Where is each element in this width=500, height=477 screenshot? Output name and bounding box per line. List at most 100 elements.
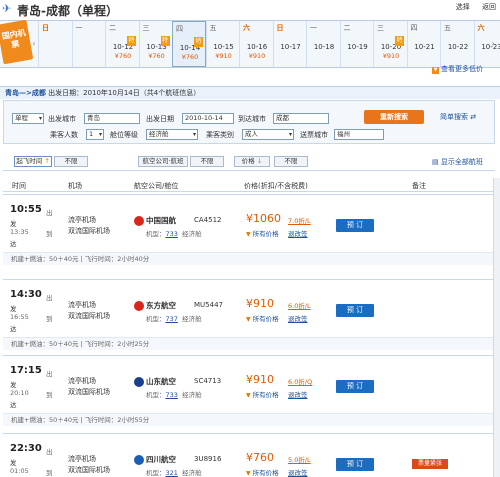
model-link[interactable]: 321 xyxy=(166,469,178,477)
flight-number: 3U8916 xyxy=(194,455,222,463)
status-badge: 票量紧张 xyxy=(412,459,448,469)
passengers-select[interactable]: 1 xyxy=(86,129,104,140)
date-cell[interactable]: 五 10-22 xyxy=(440,21,474,67)
delivery-label: 送票城市 xyxy=(300,131,328,139)
scrollbar[interactable] xyxy=(493,178,500,477)
date-text: 10-17 xyxy=(280,43,301,51)
arrival-time: 13:35 xyxy=(10,228,29,236)
to-city-input[interactable]: 成都 xyxy=(273,113,329,124)
all-prices-link[interactable]: 所有价格 xyxy=(246,228,279,238)
passenger-type-label: 乘客类别 xyxy=(206,131,234,139)
weekday: 三 xyxy=(377,24,384,32)
next-week-icon[interactable]: › xyxy=(486,21,500,67)
all-prices-link[interactable]: 所有价格 xyxy=(246,389,279,399)
airplane-icon: ✈ xyxy=(2,2,12,15)
refund-link[interactable]: 退改签 xyxy=(288,313,308,323)
show-all-flights-link[interactable]: ▤ 显示全部航班 xyxy=(432,157,483,167)
model-link[interactable]: 733 xyxy=(166,230,178,238)
to-label: 到达城市 xyxy=(238,115,266,123)
arrival-airport: 双流国际机场 xyxy=(68,388,110,396)
date-cell[interactable]: 五 10-15 ¥910 xyxy=(205,21,240,67)
sort-price-button[interactable]: 价格 ↓ xyxy=(234,156,270,167)
sort-airline-button[interactable]: 航空公司·航班 xyxy=(138,156,188,167)
airline-name: 东方航空 xyxy=(146,301,176,310)
weekday: 一 xyxy=(310,24,317,32)
special-tag: 特 xyxy=(194,37,203,47)
departure-airport: 流亭机场 xyxy=(68,377,96,385)
price: ¥760 xyxy=(246,451,274,464)
back-link[interactable]: 返回 xyxy=(482,3,496,11)
date-cell[interactable]: 四 10-21 xyxy=(406,21,441,67)
dep-tag: 出 xyxy=(46,448,53,456)
date-cell[interactable]: 四 10-14 ¥760 特 xyxy=(172,21,206,67)
cabin-select[interactable]: 经济舱 xyxy=(146,129,198,140)
dep-tag: 出 xyxy=(46,209,53,217)
book-button[interactable]: 预 订 xyxy=(336,380,374,393)
trip-type-select[interactable]: 单程 xyxy=(12,113,44,124)
search-button[interactable]: 重新搜索 xyxy=(364,110,424,124)
top-links: 选择 返回 xyxy=(446,2,496,12)
from-city-input[interactable]: 青岛 xyxy=(84,113,140,124)
date-cell[interactable]: 三 10-13 ¥760 特 xyxy=(138,21,173,67)
dep-sub: 发 xyxy=(10,220,17,228)
date-price: ¥760 xyxy=(181,53,199,61)
price-filter-select[interactable]: 不限 xyxy=(274,156,308,167)
price: ¥910 xyxy=(246,373,274,386)
weekday: 一 xyxy=(75,24,83,32)
list-icon: ▤ xyxy=(432,158,439,166)
date-text: 10-18 xyxy=(313,43,335,51)
book-button[interactable]: 预 订 xyxy=(336,304,374,317)
special-tag: 特 xyxy=(160,36,170,46)
col-airline: 航空公司/舱位 xyxy=(134,182,179,190)
prev-week-icon[interactable]: ‹ xyxy=(30,21,38,67)
date-cell[interactable]: 一 xyxy=(71,21,106,67)
simple-search-link[interactable]: 简单搜索 ⇄ xyxy=(440,112,476,122)
airline-name: 四川航空 xyxy=(146,455,176,464)
price: ¥1060 xyxy=(246,212,281,225)
date-cell[interactable]: 二 10-19 xyxy=(339,21,374,67)
sort-time-button[interactable]: 起飞时间 ↑ xyxy=(14,156,52,167)
discount[interactable]: 7.0折/L xyxy=(288,215,311,225)
date-cell[interactable]: 六 10-16 ¥910 xyxy=(239,21,273,67)
chevron-down-icon: ▼ xyxy=(432,67,439,74)
discount[interactable]: 5.0折/L xyxy=(288,454,311,464)
select-link[interactable]: 选择 xyxy=(456,3,470,11)
dep-tag: 出 xyxy=(46,370,53,378)
time-filter-select[interactable]: 不限 xyxy=(54,156,88,167)
refund-link[interactable]: 退改签 xyxy=(288,389,308,399)
departure-airport: 流亭机场 xyxy=(68,301,96,309)
discount[interactable]: 6.0折/L xyxy=(288,300,311,310)
special-tag: 特 xyxy=(395,36,404,46)
discount[interactable]: 6.0折/Q xyxy=(288,376,312,386)
arrival-airport: 双流国际机场 xyxy=(68,312,110,320)
date-cell[interactable]: 三 10-20 ¥910 特 xyxy=(373,21,407,67)
date-cell[interactable]: 日 10-17 xyxy=(272,21,307,67)
date-cell[interactable]: 一 10-18 xyxy=(306,21,340,67)
date-input[interactable]: 2010-10-14 xyxy=(182,113,234,124)
row-divider xyxy=(3,433,495,434)
more-price-link[interactable]: ▼ 查看更多低价 xyxy=(432,64,483,74)
passenger-type-select[interactable]: 成人 xyxy=(242,129,294,140)
special-tag: 特 xyxy=(127,36,136,46)
weekday: 三 xyxy=(142,24,150,32)
model-link[interactable]: 733 xyxy=(166,391,178,399)
date-cell[interactable]: 日 xyxy=(38,21,72,67)
all-prices-link[interactable]: 所有价格 xyxy=(246,313,279,323)
weekday: 四 xyxy=(176,25,183,33)
date-text: 10-21 xyxy=(414,43,435,51)
delivery-city-input[interactable]: 福州 xyxy=(334,129,384,140)
book-button[interactable]: 预 订 xyxy=(336,219,374,232)
refund-link[interactable]: 退改签 xyxy=(288,228,308,238)
cabin-label: 舱位等级 xyxy=(110,131,138,139)
book-button[interactable]: 预 订 xyxy=(336,458,374,471)
all-prices-link[interactable]: 所有价格 xyxy=(246,467,279,477)
arrival-airport: 双流国际机场 xyxy=(68,227,110,235)
refund-link[interactable]: 退改签 xyxy=(288,467,308,477)
date-price: ¥760 xyxy=(148,52,165,60)
weekday: 五 xyxy=(444,24,451,32)
airline-filter-select[interactable]: 不限 xyxy=(190,156,224,167)
weekday: 六 xyxy=(243,24,250,32)
model-link[interactable]: 737 xyxy=(166,315,178,323)
date-cell[interactable]: 二 10-12 ¥760 特 xyxy=(105,21,139,67)
aircraft-model: 机型：321 经济舱 xyxy=(146,469,202,477)
